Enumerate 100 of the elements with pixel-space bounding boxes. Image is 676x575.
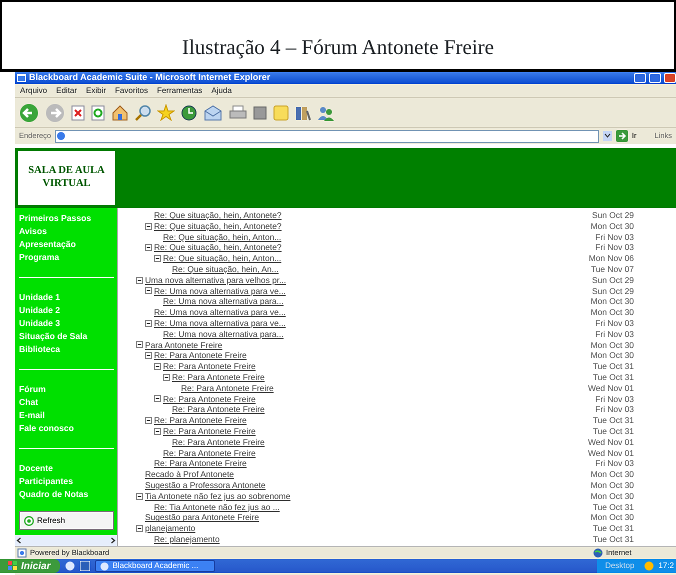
post-date: Wed Nov 01 xyxy=(588,382,634,394)
back-icon[interactable] xyxy=(19,102,39,122)
stop-icon[interactable] xyxy=(71,104,85,120)
start-button[interactable]: Iniciar xyxy=(0,559,60,573)
post-date: Fri Nov 03 xyxy=(595,230,634,244)
books-icon[interactable] xyxy=(295,104,311,120)
maximize-button[interactable] xyxy=(649,73,661,83)
collapse-icon[interactable] xyxy=(154,428,161,435)
thread-link[interactable]: Re: Para Antonete Freire xyxy=(163,392,256,406)
collapse-icon[interactable] xyxy=(145,417,152,424)
collapse-icon[interactable] xyxy=(145,352,152,360)
thread-link[interactable]: Re: Para Antonete Freire xyxy=(154,414,247,427)
post-date: Fri Nov 03 xyxy=(595,392,634,406)
thread-link[interactable]: Recado à Prof Antonete xyxy=(145,468,234,481)
thread-link[interactable]: Re: Que situação, hein, Antonete? xyxy=(154,241,282,254)
clock: 17:2 xyxy=(658,560,674,572)
scroll-right-icon[interactable] xyxy=(109,536,117,545)
post-date: Fri Nov 03 xyxy=(595,457,634,470)
thread-link[interactable]: Re: Que situação, hein, Antonete? xyxy=(154,220,282,232)
page-icon xyxy=(17,548,27,558)
post-date: Fri Nov 03 xyxy=(595,241,634,254)
history-icon[interactable] xyxy=(181,104,197,120)
thread-link[interactable]: Re: Que situação, hein, Anton... xyxy=(163,252,282,265)
thread-link[interactable]: Re: Para Antonete Freire xyxy=(172,371,265,384)
menu-item[interactable]: Favoritos xyxy=(115,84,148,96)
refresh-icon[interactable] xyxy=(91,104,105,120)
thread-link[interactable]: Re: Uma nova alternativa para... xyxy=(163,328,284,340)
post-date: Tue Oct 31 xyxy=(592,425,634,438)
thread-link[interactable]: Sugestão a Professora Antonete xyxy=(145,479,266,492)
collapse-icon[interactable] xyxy=(163,374,170,381)
collapse-icon[interactable] xyxy=(145,320,152,327)
thread-link[interactable]: Tia Antonete não fez jus ao sobrenome xyxy=(145,490,290,502)
post-date: Fri Nov 03 xyxy=(595,403,634,416)
menu-item[interactable]: Ferramentas xyxy=(156,84,202,96)
menu-item[interactable]: Editar xyxy=(56,84,78,96)
thread-link[interactable]: Re: Uma nova alternativa para ve... xyxy=(154,306,286,319)
globe-icon xyxy=(593,548,603,558)
thread-link[interactable]: Re: Para Antonete Freire xyxy=(172,403,265,416)
collapse-icon[interactable] xyxy=(145,287,152,294)
home-icon[interactable] xyxy=(111,104,129,120)
thread-link[interactable]: Re: Para Antonete Freire xyxy=(154,349,247,362)
thread-link[interactable]: Re: Que situação, hein, Antonete? xyxy=(154,209,282,222)
printer-icon[interactable] xyxy=(229,104,247,120)
mail-icon[interactable] xyxy=(203,104,223,120)
collapse-icon[interactable] xyxy=(136,492,143,500)
thread-link[interactable]: Re: Uma nova alternativa para ve... xyxy=(154,317,286,330)
go-arrow-icon[interactable] xyxy=(616,130,628,142)
menu-item[interactable]: Ajuda xyxy=(211,84,232,96)
post-date: Tue Oct 31 xyxy=(592,360,634,373)
post-date: Mon Nov 06 xyxy=(588,252,634,265)
window-title: Blackboard Academic Suite - Microsoft Internet Explorer xyxy=(29,71,272,84)
thread-link[interactable]: Re: Para Antonete Freire xyxy=(163,425,256,438)
menu-item[interactable]: Exibir xyxy=(86,84,106,96)
thread-link[interactable]: Re: Para Antonete Freire xyxy=(163,360,256,373)
scroll-left-icon[interactable] xyxy=(15,536,23,545)
close-button[interactable] xyxy=(664,73,676,83)
thread-link[interactable]: Re: Que situação, hein, An... xyxy=(172,263,279,276)
post-date: Sun Oct 29 xyxy=(592,274,634,286)
collapse-icon[interactable] xyxy=(154,363,161,370)
thread-link[interactable]: Para Antonete Freire xyxy=(145,338,222,352)
post-date: Mon Oct 30 xyxy=(590,479,634,492)
collapse-icon[interactable] xyxy=(145,222,152,230)
address-field[interactable] xyxy=(55,130,599,142)
minimize-button[interactable] xyxy=(634,73,646,83)
site-logo: SALA DE AULA VIRTUAL xyxy=(18,151,115,205)
collapse-icon[interactable] xyxy=(136,276,143,284)
thread-link[interactable]: Re: Uma nova alternativa para... xyxy=(163,295,284,308)
collapse-icon[interactable] xyxy=(154,395,161,402)
collapse-icon[interactable] xyxy=(136,525,143,532)
star-icon[interactable] xyxy=(157,104,175,121)
thread-link[interactable]: Re: Para Antonete Freire xyxy=(172,436,265,448)
refresh-button[interactable]: Refresh xyxy=(19,511,114,530)
thread-link[interactable]: Sugestão para Antonete Freire xyxy=(145,511,260,524)
post-date: Tue Oct 31 xyxy=(592,500,634,514)
collapse-icon[interactable] xyxy=(136,341,143,348)
post-date: Wed Nov 01 xyxy=(588,436,634,448)
people-icon[interactable] xyxy=(317,104,335,120)
menu-item[interactable]: Arquivo xyxy=(20,84,48,96)
thread-link[interactable]: Re: Que situação, hein, Anton... xyxy=(163,230,282,244)
post-date: Tue Oct 31 xyxy=(592,371,634,384)
post-date: Sun Oct 29 xyxy=(592,284,634,298)
windows-logo xyxy=(8,561,18,571)
taskbar-button[interactable]: Blackboard Academic ... xyxy=(95,560,216,572)
thread-link[interactable]: Uma nova alternativa para velhos pr... xyxy=(145,274,286,286)
post-date: Mon Oct 30 xyxy=(590,349,634,362)
thread-link[interactable]: Re: Para Antonete Freire xyxy=(163,446,256,460)
thread-link[interactable]: Re: Para Antonete Freire xyxy=(181,382,274,394)
thread-link[interactable]: Re: planejamento xyxy=(154,533,220,546)
post-date: Mon Oct 30 xyxy=(590,220,634,232)
thread-link[interactable]: Re: Uma nova alternativa para ve... xyxy=(154,284,286,298)
post-date: Sun Oct 29 xyxy=(592,209,634,222)
collapse-icon[interactable] xyxy=(145,244,152,252)
search-icon[interactable] xyxy=(135,104,151,120)
thread-link[interactable]: planejamento xyxy=(145,522,196,535)
dropdown-icon[interactable] xyxy=(602,131,612,141)
scrollbar[interactable] xyxy=(15,535,117,546)
thread-link[interactable]: Re: Tia Antonete não fez jus ao ... xyxy=(154,500,280,514)
thread-link[interactable]: Re: Para Antonete Freire xyxy=(154,457,247,470)
post-date: Tue Oct 31 xyxy=(592,522,634,535)
collapse-icon[interactable] xyxy=(154,255,161,262)
